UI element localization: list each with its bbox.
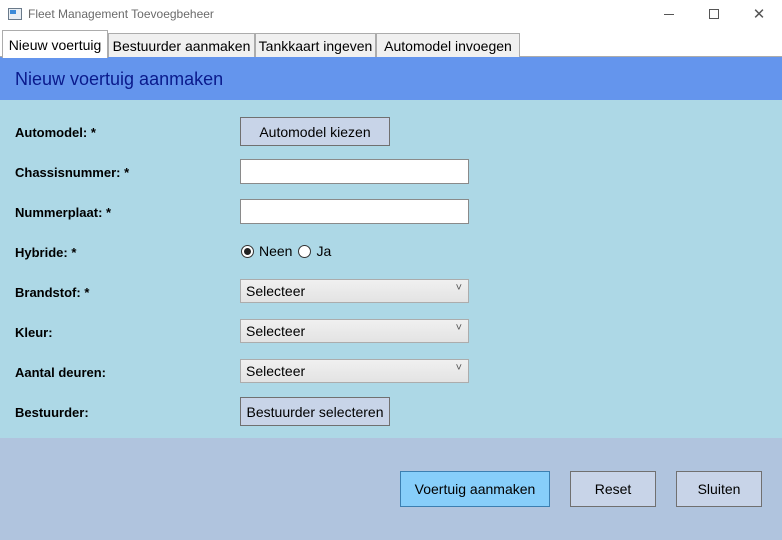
- close-button[interactable]: Sluiten: [676, 471, 762, 507]
- close-icon: ✕: [752, 5, 766, 23]
- tab-bestuurder-aanmaken[interactable]: Bestuurder aanmaken: [108, 33, 255, 57]
- maximize-button[interactable]: [691, 0, 737, 28]
- minimize-button[interactable]: [646, 0, 692, 28]
- automodel-label: Automodel: *: [15, 125, 96, 140]
- window-app-icon: [8, 8, 22, 20]
- tab-automodel-invoegen[interactable]: Automodel invoegen: [376, 33, 520, 57]
- radio-neen[interactable]: [241, 244, 254, 258]
- radio-selected-dot: [244, 247, 251, 255]
- aantal-deuren-label: Aantal deuren:: [15, 365, 107, 380]
- hybride-label: Hybride: *: [15, 245, 77, 260]
- radio-neen-label[interactable]: Neen: [259, 243, 292, 259]
- form-panel: Automodel: * Automodel kiezen Chassisnum…: [0, 100, 782, 438]
- bestuurder-label: Bestuurder:: [15, 405, 89, 420]
- hybride-radio-group: Neen Ja: [241, 243, 337, 259]
- aantal-deuren-selected-value: Selecteer: [246, 363, 306, 379]
- minimize-icon: [664, 13, 674, 15]
- radio-ja[interactable]: [298, 244, 312, 258]
- header-band: Nieuw voertuig aanmaken: [0, 57, 782, 100]
- select-bestuurder-button[interactable]: Bestuurder selecteren: [240, 397, 390, 426]
- kleur-select[interactable]: Selecteer ˅: [240, 319, 469, 343]
- radio-ja-label[interactable]: Ja: [316, 243, 331, 259]
- footer-panel: Voertuig aanmaken Reset Sluiten: [0, 438, 782, 540]
- brandstof-selected-value: Selecteer: [246, 283, 306, 299]
- chassisnummer-label: Chassisnummer: *: [15, 165, 130, 180]
- chevron-down-icon: ˅: [455, 362, 462, 374]
- title-bar: Fleet Management Toevoegbeheer ✕: [0, 0, 782, 30]
- page-title: Nieuw voertuig aanmaken: [15, 69, 224, 89]
- nummerplaat-input[interactable]: [240, 199, 469, 224]
- tab-nieuw-voertuig[interactable]: Nieuw voertuig: [2, 30, 108, 58]
- kleur-selected-value: Selecteer: [246, 323, 306, 339]
- brandstof-select[interactable]: Selecteer ˅: [240, 279, 469, 303]
- chassisnummer-input[interactable]: [240, 159, 469, 184]
- choose-automodel-button[interactable]: Automodel kiezen: [240, 117, 390, 146]
- create-vehicle-button[interactable]: Voertuig aanmaken: [400, 471, 550, 507]
- window-title: Fleet Management Toevoegbeheer: [28, 7, 214, 21]
- close-window-button[interactable]: ✕: [736, 0, 782, 28]
- brandstof-label: Brandstof: *: [15, 285, 90, 300]
- chevron-down-icon: ˅: [455, 282, 462, 294]
- maximize-icon: [709, 9, 719, 19]
- chevron-down-icon: ˅: [455, 322, 462, 334]
- kleur-label: Kleur:: [15, 325, 53, 340]
- tab-strip: Nieuw voertuig Bestuurder aanmaken Tankk…: [0, 30, 782, 58]
- reset-button[interactable]: Reset: [570, 471, 656, 507]
- nummerplaat-label: Nummerplaat: *: [15, 205, 112, 220]
- aantal-deuren-select[interactable]: Selecteer ˅: [240, 359, 469, 383]
- tab-tankkaart-ingeven[interactable]: Tankkaart ingeven: [255, 33, 376, 57]
